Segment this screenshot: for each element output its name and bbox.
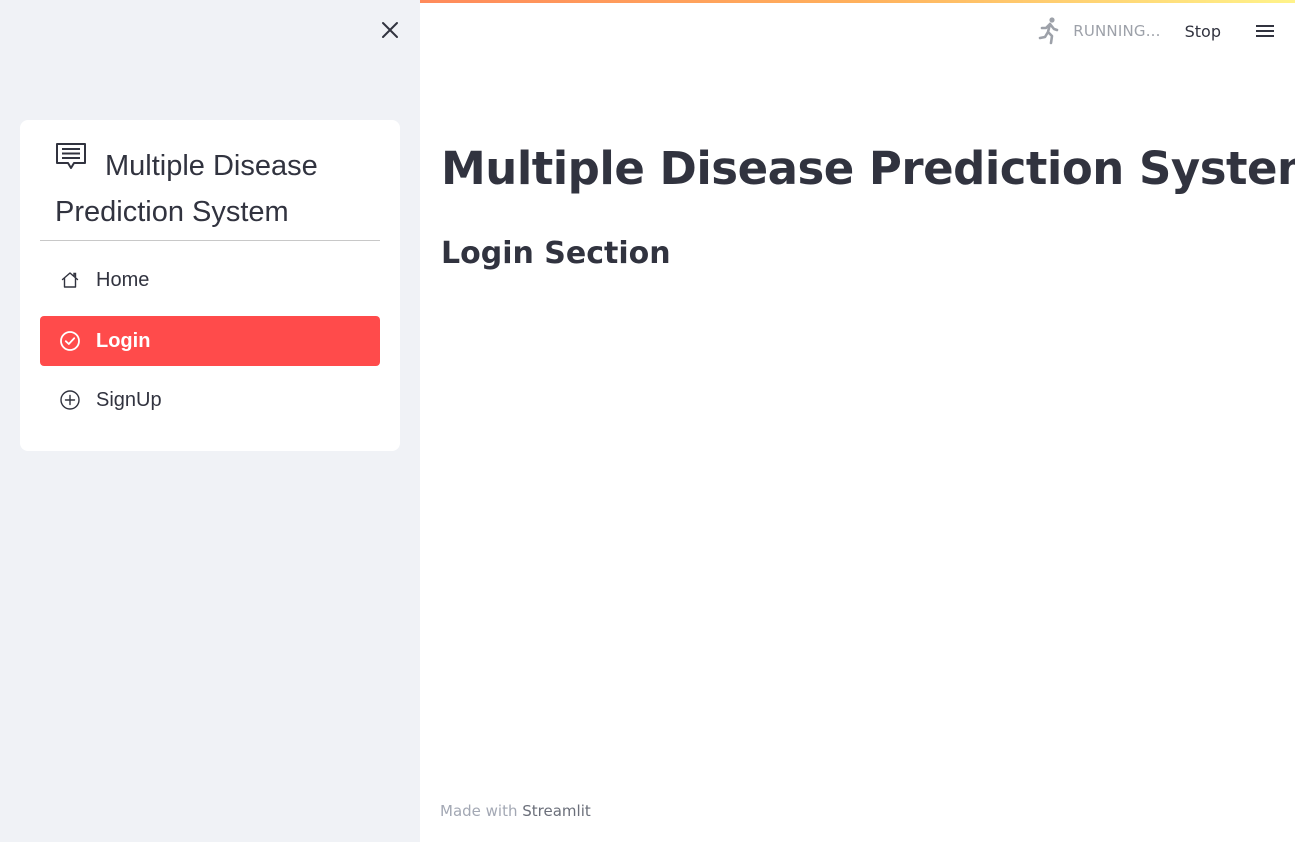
running-status-text: RUNNING... (1073, 22, 1161, 40)
close-icon (382, 22, 398, 38)
house-icon (59, 269, 81, 291)
page-title: Multiple Disease Prediction System (441, 142, 1295, 195)
menu-item-signup[interactable]: SignUp (40, 375, 380, 425)
status-widget: RUNNING... Stop (1035, 12, 1295, 50)
option-menu: Multiple Disease Prediction System Home (20, 120, 400, 451)
close-sidebar-button[interactable] (378, 18, 402, 42)
footer: Made with Streamlit (440, 802, 591, 820)
hamburger-icon (1256, 25, 1274, 37)
streamlit-app: Multiple Disease Prediction System Home (0, 0, 1295, 842)
menu-title-text: Multiple Disease Prediction System (55, 150, 318, 228)
menu-item-label: Login (96, 329, 151, 352)
menu-item-login[interactable]: Login (40, 316, 380, 366)
list-message-icon (55, 140, 87, 185)
menu-divider (40, 240, 380, 241)
check-circle-icon (59, 330, 81, 352)
sidebar: Multiple Disease Prediction System Home (0, 0, 420, 842)
menu-item-label: SignUp (96, 388, 162, 411)
menu-item-home[interactable]: Home (40, 255, 380, 305)
section-title: Login Section (441, 236, 671, 271)
streamlit-link[interactable]: Streamlit (522, 802, 591, 820)
plus-circle-icon (59, 389, 81, 411)
menu-title: Multiple Disease Prediction System (55, 142, 375, 235)
running-man-icon (1035, 16, 1063, 46)
menu-item-label: Home (96, 268, 150, 291)
decoration-bar (420, 0, 1295, 3)
stop-button[interactable]: Stop (1185, 22, 1221, 41)
footer-prefix: Made with (440, 802, 523, 820)
main-menu-button[interactable] (1253, 19, 1277, 43)
